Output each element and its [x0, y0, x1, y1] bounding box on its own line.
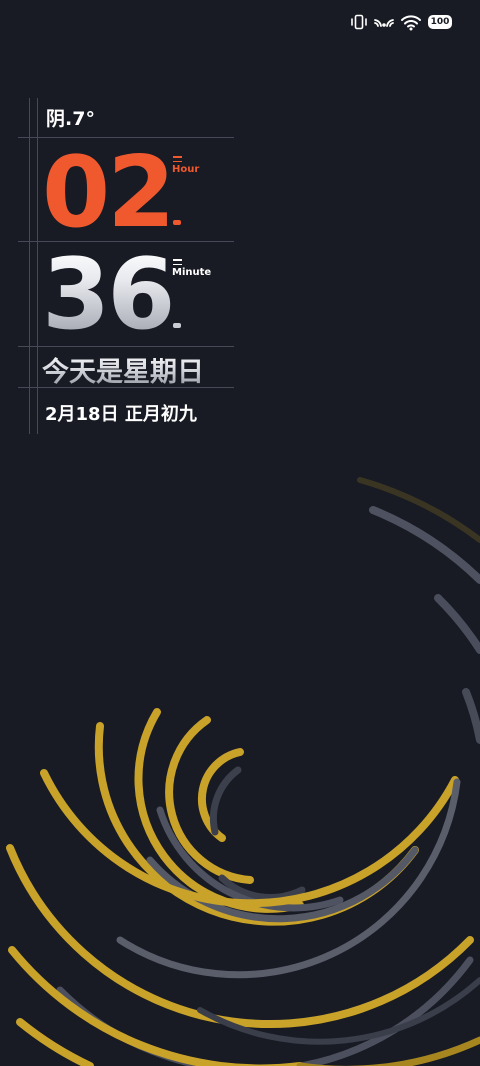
hour-label: Hour — [172, 164, 200, 175]
battery-level: 100 — [429, 16, 451, 28]
grid-line — [37, 98, 38, 434]
wifi-icon — [401, 15, 421, 31]
date-text[interactable]: 2月18日 正月初九 — [45, 400, 197, 426]
lock-screen: 100 阴.7° 02 Hour 36 Minute 今天是星期日 2月18日 … — [0, 0, 480, 1066]
status-bar: 100 — [350, 10, 452, 34]
minute-label: Minute — [172, 267, 212, 278]
clock-hour[interactable]: 02 — [42, 144, 175, 242]
grid-line — [29, 98, 30, 434]
hotspot-icon — [374, 19, 394, 27]
hour-dot-icon — [173, 220, 181, 225]
weekday-text: 今天是星期日 — [42, 350, 204, 389]
minute-dot-icon — [173, 323, 181, 328]
vibrate-icon — [351, 14, 367, 30]
clock-minute[interactable]: 36 — [42, 246, 175, 344]
weather-text: 阴.7° — [46, 108, 95, 130]
battery-icon: 100 — [428, 15, 452, 29]
